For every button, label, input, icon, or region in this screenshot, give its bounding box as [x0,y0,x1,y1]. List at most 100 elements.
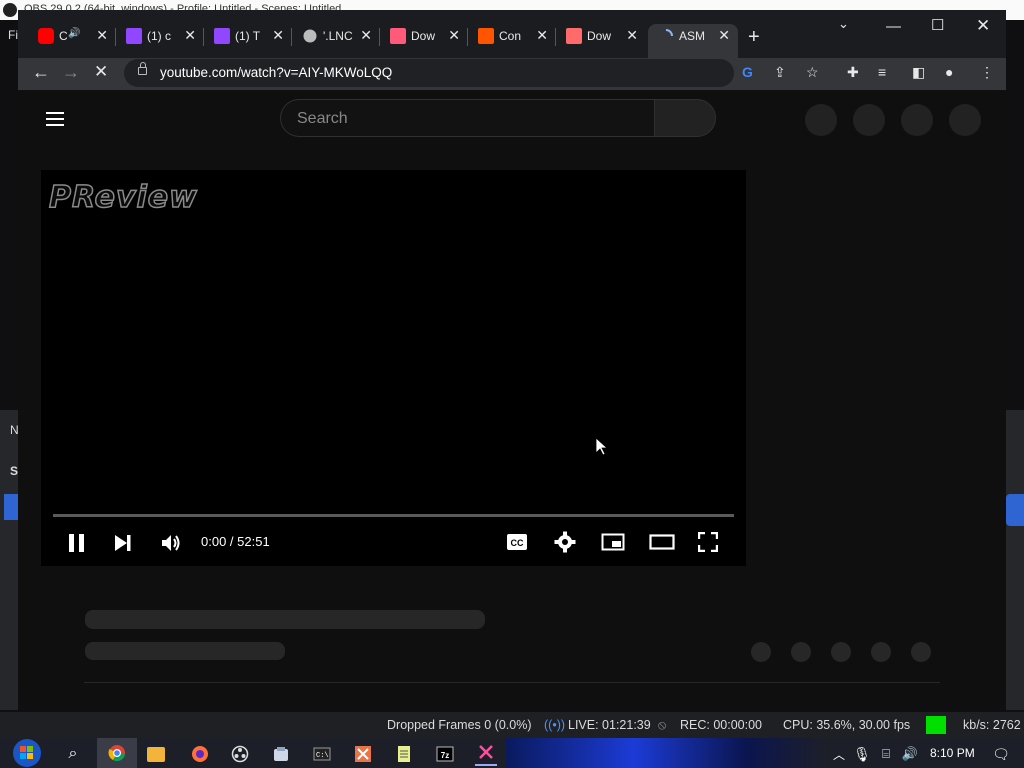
theater-mode-icon[interactable] [649,533,675,556]
settings-gear-icon[interactable] [554,531,576,558]
orange-square-icon [478,28,494,44]
fullscreen-icon[interactable] [697,531,719,557]
close-window-icon[interactable]: ✕ [976,16,990,36]
lock-icon[interactable] [138,62,147,75]
browser-tab[interactable]: Dow ✕ [380,24,468,58]
chrome-icon[interactable] [97,738,137,768]
browser-tab[interactable]: (1) c ✕ [116,24,204,58]
search-button[interactable] [654,99,716,137]
tab-close-icon[interactable]: ✕ [272,27,284,44]
obs-scenes-panel: N S [0,410,19,710]
profile-icon[interactable]: ● [945,64,953,80]
show-hidden-icons[interactable]: ︿ [828,743,850,765]
rec-icon: ⦸ [658,718,667,732]
action-skeleton [871,642,891,662]
tool-icon[interactable] [352,743,374,765]
microphone-icon[interactable]: 🎙 [851,743,873,765]
header-button-placeholder[interactable] [853,104,885,136]
pause-icon[interactable] [68,533,86,558]
obs-menu-file[interactable]: Fi [8,28,18,42]
notepad-icon[interactable] [393,743,415,765]
video-player[interactable]: PReview 0:00 / 52:51 CC [41,170,746,566]
miniplayer-icon[interactable] [601,533,625,556]
volume-icon[interactable] [160,532,182,559]
bookmark-star-icon[interactable]: ☆ [806,64,819,81]
header-button-placeholder[interactable] [901,104,933,136]
tab-close-icon[interactable]: ✕ [448,27,460,44]
channel-skeleton [85,642,285,660]
next-icon[interactable] [114,533,132,558]
google-lens-icon[interactable]: G [742,64,753,80]
dropped-frames: Dropped Frames 0 (0.0%) [387,718,532,732]
action-skeleton [831,642,851,662]
stream-health-indicator [926,716,946,734]
tab-close-icon[interactable]: ✕ [360,27,372,44]
windows-taskbar: ⌕ C:\ 7z ︿ 🎙 ⌸ 🔊 8:10 PM 🗨 [0,738,1024,768]
tab-search-icon[interactable]: ⌄ [838,16,849,32]
url-text[interactable]: youtube.com/watch?v=AIY-MKWoLQQ [160,65,392,80]
clock[interactable]: 8:10 PM [930,746,975,760]
tab-label: Con [499,29,522,43]
forward-icon[interactable]: → [62,62,80,83]
game-icon[interactable] [270,743,292,765]
tab-label: Dow [587,29,612,43]
browser-tab[interactable]: (1) T ✕ [204,24,292,58]
live-time: LIVE: 01:21:39 [568,718,651,732]
app-icon[interactable] [475,740,497,766]
mouse-cursor-icon [596,438,608,456]
tab-label: '.LNC [323,29,353,43]
wallpaper-strip [506,738,826,768]
start-icon[interactable] [12,738,42,768]
back-icon[interactable]: ← [32,62,50,83]
header-button-placeholder[interactable] [805,104,837,136]
tab-audio-icon[interactable]: 🔊 [68,28,80,39]
notifications-icon[interactable]: 🗨 [990,743,1012,765]
divider [84,682,940,683]
progress-bar[interactable] [53,514,734,517]
stop-loading-icon[interactable]: ✕ [94,62,108,82]
minimize-icon[interactable]: — [886,18,901,35]
action-skeleton [791,642,811,662]
side-panel-icon[interactable]: ◧ [912,64,925,81]
terminal-icon[interactable]: C:\ [311,743,333,765]
search-input[interactable]: Search [280,99,654,137]
tab-label: ASM [679,29,706,43]
tab-close-icon[interactable]: ✕ [96,27,108,44]
media-controls-icon[interactable]: ≡ [878,64,886,80]
search-icon[interactable]: ⌕ [62,743,84,765]
captions-icon[interactable]: CC [506,533,528,556]
firefox-icon[interactable] [189,743,211,765]
7zip-icon[interactable]: 7z [434,743,456,765]
menu-icon[interactable]: ⋮ [980,64,994,81]
svg-text:CC: CC [511,538,524,548]
obs-logo-icon [3,3,17,17]
obs-icon[interactable] [229,743,251,765]
tab-close-icon[interactable]: ✕ [626,27,638,44]
speaker-icon[interactable]: 🔊 [899,743,921,765]
browser-tab[interactable]: ASM ✕ [648,24,738,58]
obs-selected-scene[interactable] [4,494,18,520]
maximize-icon[interactable]: ☐ [931,16,944,34]
header-button-placeholder[interactable] [949,104,981,136]
loading-spinner-icon [658,28,674,44]
obs-start-button[interactable] [1006,494,1024,526]
svg-text:C:\: C:\ [316,752,329,760]
file-explorer-icon[interactable] [147,747,165,762]
browser-tab[interactable]: 🔊 C ✕ [28,24,116,58]
browser-tab[interactable]: Dow ✕ [556,24,646,58]
browser-tab[interactable]: Con ✕ [468,24,556,58]
tab-close-icon[interactable]: ✕ [184,27,196,44]
store-icon [566,28,582,44]
network-icon[interactable]: ⌸ [875,743,897,765]
rec-time: REC: 00:00:00 [680,718,762,732]
extensions-icon[interactable]: ✚ [847,64,859,81]
new-tab-button[interactable]: + [748,26,760,49]
share-icon[interactable]: ⇪ [774,64,786,81]
svg-text:7z: 7z [441,751,449,760]
browser-tab[interactable]: '.LNC ✕ [292,24,380,58]
tab-close-icon[interactable]: ✕ [718,27,730,44]
globe-icon [302,28,318,44]
tab-close-icon[interactable]: ✕ [536,27,548,44]
hamburger-menu-icon[interactable] [46,112,64,130]
address-bar[interactable]: youtube.com/watch?v=AIY-MKWoLQQ G ⇪ ☆ [124,59,819,87]
